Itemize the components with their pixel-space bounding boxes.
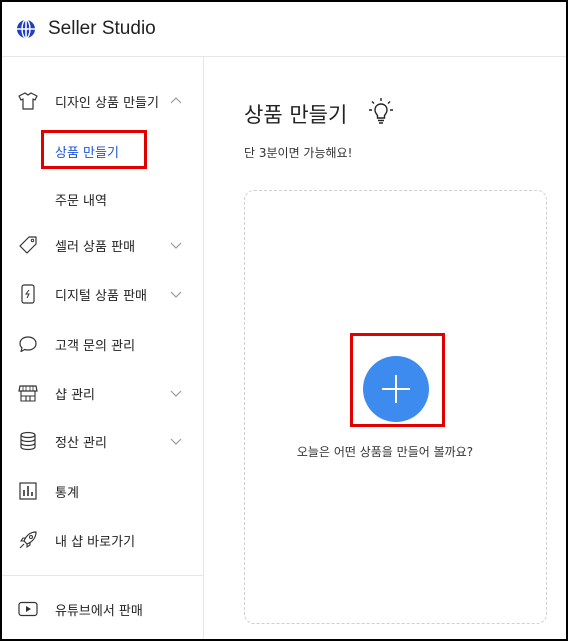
chevron-down-icon[interactable] [170,435,182,447]
sidebar-item-customer-inquiry[interactable]: 고객 문의 관리 [2,328,203,360]
sidebar-item-settlement[interactable]: 정산 관리 [2,425,203,457]
chat-bubble-icon [18,334,38,354]
page-title: 상품 만들기 [244,103,348,127]
sidebar-divider [2,575,203,576]
app-header: Seller Studio [2,2,566,57]
sidebar-subitem-order-history[interactable]: 주문 내역 [55,190,107,209]
chevron-down-icon[interactable] [170,387,182,399]
sidebar-item-label: 샵 관리 [55,387,96,403]
globe-icon[interactable] [16,19,36,39]
tag-icon [18,235,38,255]
app-title[interactable]: Seller Studio [48,18,156,40]
highlight-box-add [350,333,445,427]
main-content: 상품 만들기 단 3분이면 가능해요! 오늘은 어떤 상품을 만들어 볼까요? [204,57,566,639]
chevron-down-icon[interactable] [170,239,182,251]
sidebar-item-label: 유튜브에서 판매 [55,603,143,619]
rocket-icon [18,530,38,550]
sidebar-item-label: 디지털 상품 판매 [55,288,147,304]
database-icon [18,431,38,451]
youtube-icon [18,599,38,619]
sidebar-item-label: 디자인 상품 만들기 [55,95,159,111]
phone-icon [18,284,38,304]
sidebar-item-label: 셀러 상품 판매 [55,239,136,255]
sidebar-item-seller-product[interactable]: 셀러 상품 판매 [2,229,203,261]
highlight-box-create [41,130,147,169]
chevron-up-icon[interactable] [170,95,182,107]
sidebar-item-label: 정산 관리 [55,435,107,451]
sidebar: 디자인 상품 만들기 상품 만들기 주문 내역 셀러 상품 판매 디지털 상품 … [2,57,204,639]
sidebar-item-label: 내 샵 바로가기 [55,534,136,550]
bar-chart-icon [18,481,38,501]
tshirt-icon [18,91,38,111]
store-icon [18,383,38,403]
sidebar-item-design-product[interactable]: 디자인 상품 만들기 [2,85,203,117]
sidebar-item-youtube-sell[interactable]: 유튜브에서 판매 [2,593,203,625]
sidebar-item-label: 통계 [55,485,79,501]
sidebar-item-statistics[interactable]: 통계 [2,475,203,507]
sidebar-item-digital-product[interactable]: 디지털 상품 판매 [2,278,203,310]
chevron-down-icon[interactable] [170,288,182,300]
page-subtitle: 단 3분이면 가능해요! [244,146,353,160]
sidebar-item-my-shop-link[interactable]: 내 샵 바로가기 [2,524,203,556]
sidebar-item-label: 고객 문의 관리 [55,338,136,354]
sidebar-item-shop-management[interactable]: 샵 관리 [2,377,203,409]
add-product-prompt: 오늘은 어떤 상품을 만들어 볼까요? [296,445,474,459]
lightbulb-icon [369,98,393,124]
